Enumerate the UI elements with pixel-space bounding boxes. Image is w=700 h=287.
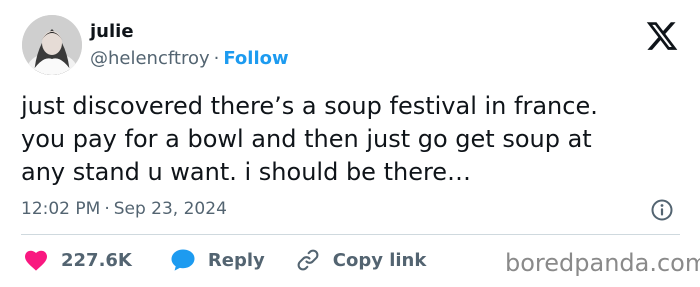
like-count: 227.6K	[61, 249, 132, 271]
heart-icon	[25, 250, 47, 271]
user-handle[interactable]: @helencftroy	[90, 48, 210, 69]
info-icon[interactable]	[650, 198, 674, 222]
handle-line: @helencftroy · Follow	[90, 47, 289, 71]
tweet-time: 12:02 PM	[21, 199, 101, 219]
follow-button[interactable]: Follow	[223, 48, 288, 69]
reply-button[interactable]: Reply	[170, 248, 265, 272]
avatar-photo	[22, 15, 82, 75]
copy-link-label: Copy link	[332, 249, 427, 271]
copy-link-button[interactable]: Copy link	[295, 247, 427, 273]
handle-separator: ·	[213, 48, 220, 69]
like-button[interactable]: 227.6K	[24, 249, 132, 271]
x-logo-icon[interactable]	[644, 19, 680, 53]
tweet-line-2: you pay for a bowl and then just go get …	[21, 125, 592, 153]
tweet-line-1: just discovered there’s a soup festival …	[21, 92, 598, 120]
avatar[interactable]	[22, 15, 82, 75]
speech-bubble-icon	[171, 249, 195, 271]
divider	[21, 234, 680, 235]
reply-label: Reply	[207, 249, 265, 271]
tweet-line-3: any stand u want. i should be there…	[21, 158, 472, 186]
meta-separator: ·	[104, 199, 110, 219]
watermark: boredpanda.com	[505, 249, 700, 277]
link-icon	[297, 249, 319, 271]
tweet-timestamp[interactable]: 12:02 PM · Sep 23, 2024	[21, 197, 227, 221]
tweet-text: just discovered there’s a soup festival …	[21, 90, 681, 189]
tweet-date: Sep 23, 2024	[113, 199, 227, 219]
action-bar: 227.6K Reply Copy link	[24, 246, 426, 274]
display-name[interactable]: julie	[90, 21, 134, 43]
